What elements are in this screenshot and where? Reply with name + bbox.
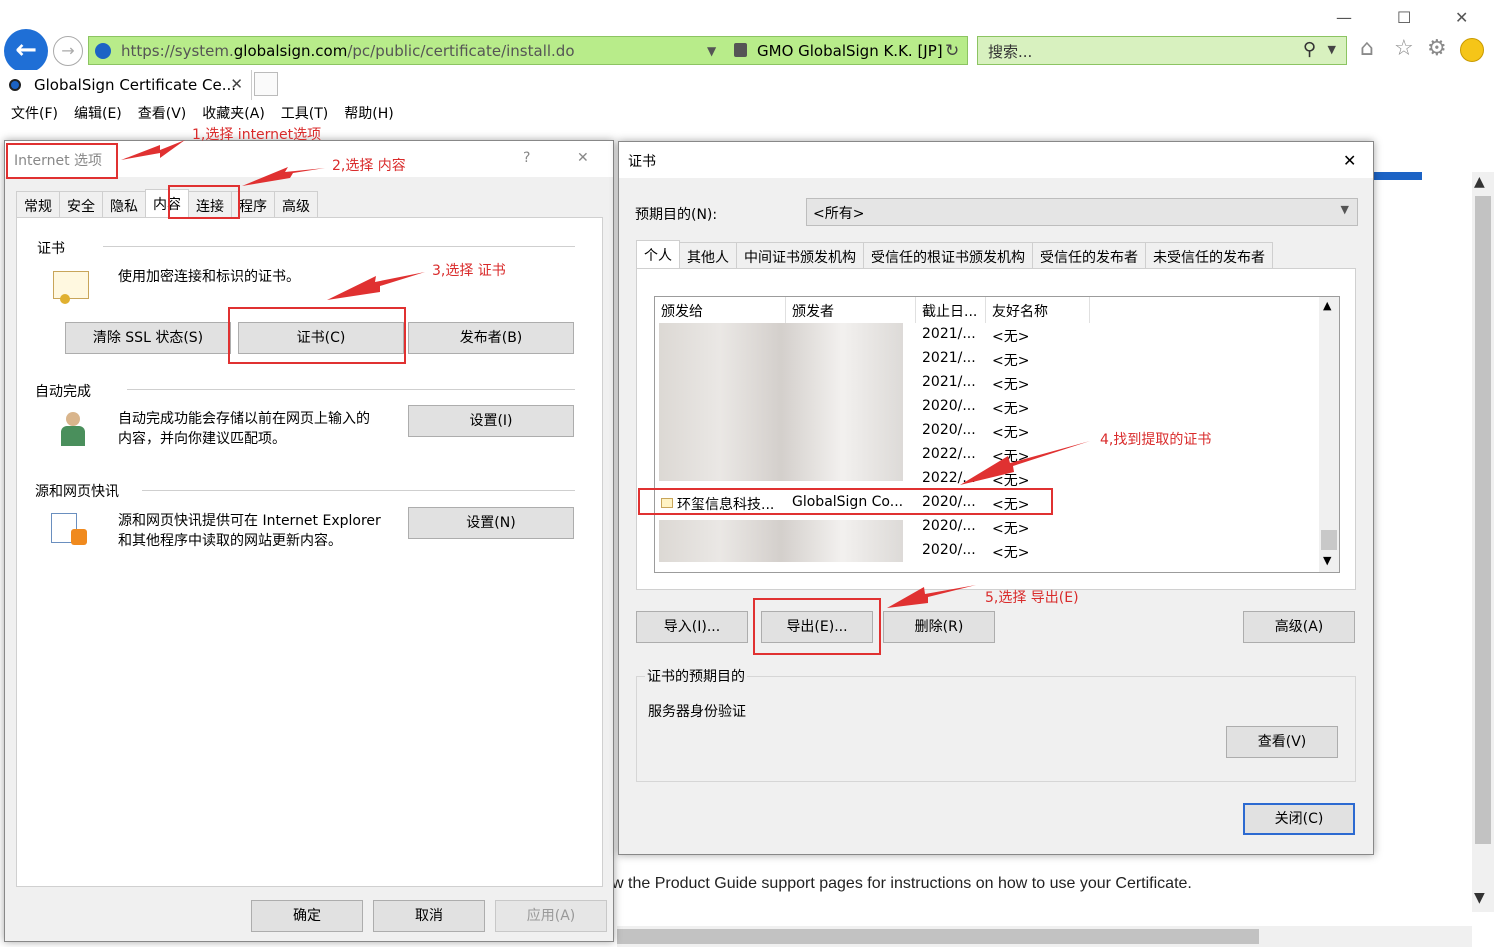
arrow-step-4 (960, 441, 1090, 485)
arrow-step-3 (327, 272, 425, 300)
annotation-arrows (121, 140, 1090, 608)
arrow-step-1 (121, 140, 185, 160)
arrow-step-5 (887, 585, 976, 608)
arrow-step-2 (242, 167, 325, 186)
